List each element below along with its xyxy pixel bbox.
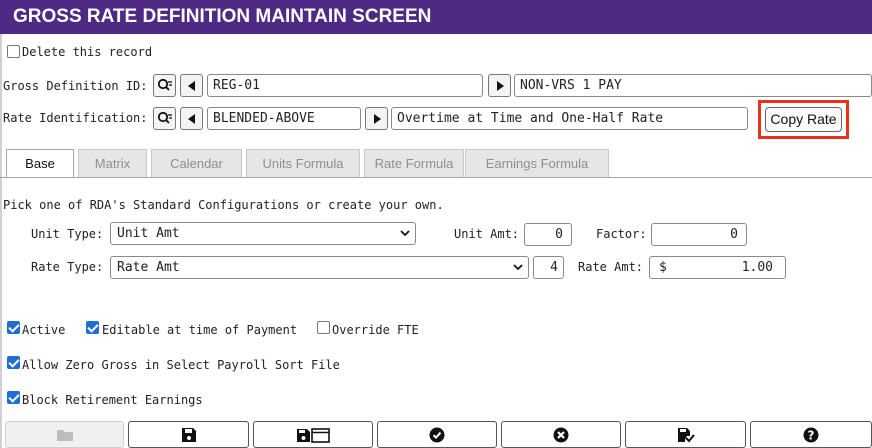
help-icon: ? [803,427,819,443]
unit-type-label: Unit Type: [31,227,104,241]
rate-type-select[interactable]: Rate Amt [110,256,529,279]
gross-definition-id-field[interactable]: REG-01 [207,74,483,97]
rate-identification-lookup-button[interactable] [153,107,176,130]
rate-type-label: Rate Type: [31,260,104,274]
left-border [0,34,2,448]
tab-calendar[interactable]: Calendar [151,149,242,177]
triangle-left-icon [188,114,195,124]
factor-label: Factor: [596,227,647,241]
save-new-button[interactable] [253,421,373,448]
unit-amt-field[interactable]: 0 [524,223,572,246]
tab-rate-formula[interactable]: Rate Formula [364,149,464,177]
cancel-button[interactable] [501,421,621,448]
rate-identification-prev-button[interactable] [180,107,203,130]
chevron-down-icon [513,264,523,271]
copy-rate-highlight: Copy Rate [758,100,849,139]
cancel-icon [553,427,569,443]
rate-amt-currency: $ [659,260,667,275]
active-checkbox[interactable] [7,321,20,334]
rate-amt-value: 1.00 [741,260,773,275]
override-fte-label: Override FTE [332,323,419,337]
unit-type-select[interactable]: Unit Amt [110,222,416,245]
accept-button[interactable] [377,421,497,448]
triangle-right-icon [374,114,381,124]
tab-divider [0,177,872,178]
check-icon [429,427,445,443]
tab-base[interactable]: Base [6,149,74,178]
rate-amt-field[interactable]: $ 1.00 [649,256,786,279]
save-new-icon [297,428,330,443]
rate-identification-id-field[interactable]: BLENDED-ABOVE [207,107,361,130]
rate-identification-next-button[interactable] [365,107,388,130]
editable-label: Editable at time of Payment [102,323,298,337]
block-retirement-checkbox[interactable] [7,391,20,404]
instructions-text: Pick one of RDA's Standard Configuration… [3,198,444,212]
factor-field[interactable]: 0 [651,223,747,246]
editable-checkbox[interactable] [86,321,99,334]
search-list-icon [157,78,172,91]
rate-type-code-field[interactable]: 4 [533,256,564,279]
tab-earnings-formula[interactable]: Earnings Formula [465,149,609,177]
search-list-icon [157,111,172,124]
rate-amt-label: Rate Amt: [578,260,644,274]
unit-amt-label: Unit Amt: [454,227,520,241]
gross-definition-prev-button[interactable] [180,74,203,97]
delete-record-label: Delete this record [22,45,153,59]
allow-zero-gross-label: Allow Zero Gross in Select Payroll Sort … [22,358,340,372]
override-fte-checkbox[interactable] [317,321,330,334]
rate-identification-label: Rate Identification: [3,111,148,125]
save-button[interactable] [128,421,249,448]
help-button[interactable]: ? [750,421,872,448]
copy-rate-button[interactable]: Copy Rate [765,107,842,132]
gross-definition-description-field[interactable]: NON-VRS 1 PAY [514,74,872,97]
tab-units-formula[interactable]: Units Formula [246,149,360,177]
open-button[interactable] [5,421,124,448]
unit-type-value: Unit Amt [117,226,180,241]
triangle-right-icon [497,81,504,91]
page-title: GROSS RATE DEFINITION MAINTAIN SCREEN [0,0,872,34]
active-label: Active [22,323,66,337]
folder-icon [56,430,73,441]
rate-identification-description-field[interactable]: Overtime at Time and One-Half Rate [391,107,748,130]
save-icon [181,428,196,442]
gross-definition-next-button[interactable] [488,74,511,97]
block-retirement-label: Block Retirement Earnings [22,393,203,407]
tab-matrix[interactable]: Matrix [78,149,147,177]
svg-text:?: ? [808,429,815,443]
chevron-down-icon [400,230,410,237]
delete-record-checkbox[interactable] [7,45,20,58]
save-confirm-button[interactable] [625,421,746,448]
gross-definition-lookup-button[interactable] [153,74,176,97]
allow-zero-gross-checkbox[interactable] [7,356,20,369]
triangle-left-icon [188,81,195,91]
save-check-icon [677,428,695,443]
gross-definition-label: Gross Definition ID: [3,79,148,93]
rate-type-value: Rate Amt [117,260,180,275]
